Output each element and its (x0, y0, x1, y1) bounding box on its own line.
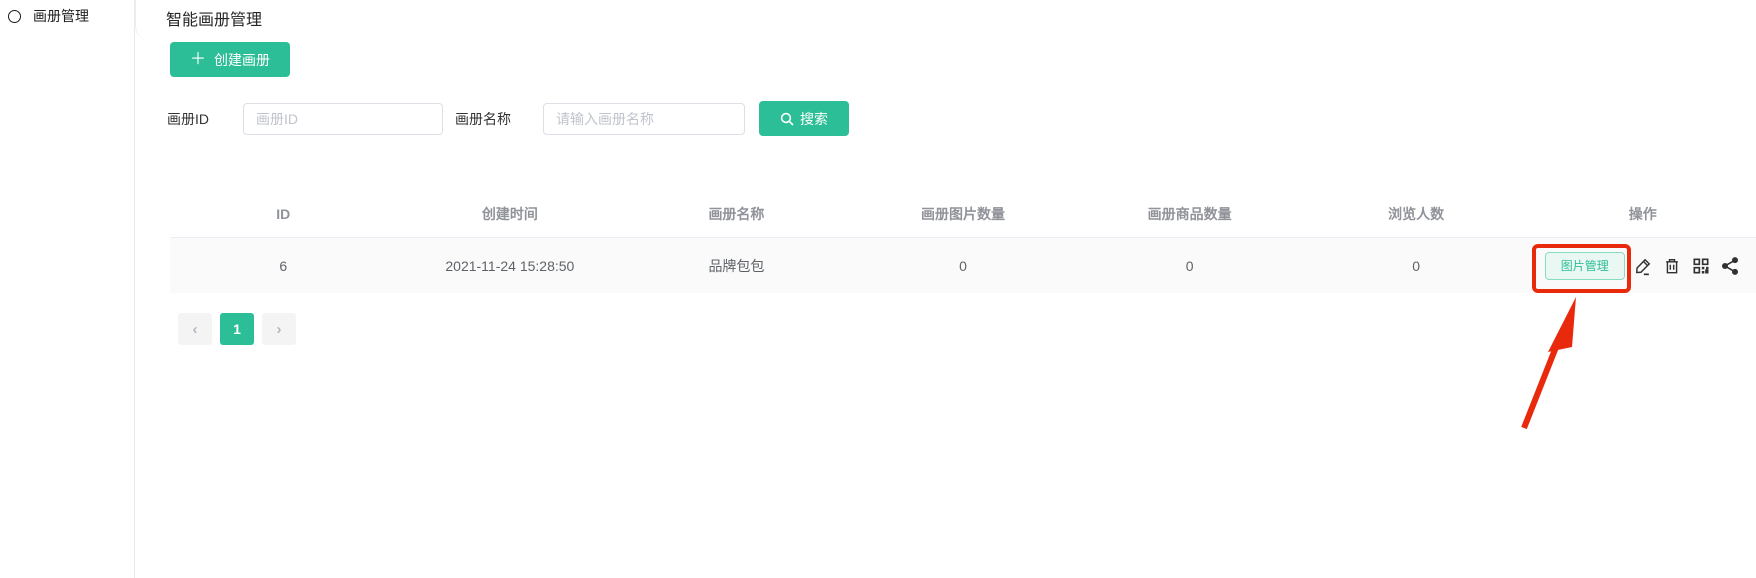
image-management-button[interactable]: 图片管理 (1545, 252, 1625, 280)
column-header-created-at: 创建时间 (397, 204, 624, 224)
album-id-input[interactable] (243, 103, 443, 135)
create-album-label: 创建画册 (214, 50, 270, 70)
search-button[interactable]: 搜索 (759, 101, 849, 136)
pagination-page-1-button[interactable]: 1 (220, 313, 254, 345)
circle-icon (8, 10, 21, 23)
albums-table: ID 创建时间 画册名称 画册图片数量 画册商品数量 浏览人数 操作 6 202… (170, 190, 1756, 293)
qrcode-icon[interactable] (1690, 255, 1712, 277)
table-header-row: ID 创建时间 画册名称 画册图片数量 画册商品数量 浏览人数 操作 (170, 190, 1756, 238)
sidebar-item-album-management[interactable]: 画册管理 (8, 6, 89, 26)
column-header-view-count: 浏览人数 (1303, 204, 1530, 224)
album-name-label: 画册名称 (455, 103, 511, 135)
delete-icon[interactable] (1661, 255, 1683, 277)
cell-view-count: 0 (1303, 258, 1530, 274)
pagination-prev-button[interactable]: ‹ (178, 313, 212, 345)
column-header-product-count: 画册商品数量 (1076, 204, 1303, 224)
column-header-image-count: 画册图片数量 (850, 204, 1077, 224)
cell-actions: 图片管理 (1529, 252, 1756, 280)
sidebar: 画册管理 (0, 0, 135, 578)
search-icon (780, 112, 794, 126)
pagination: ‹ 1 › (178, 313, 296, 345)
share-icon[interactable] (1719, 255, 1741, 277)
cell-product-count: 0 (1076, 258, 1303, 274)
search-button-label: 搜索 (800, 109, 828, 129)
page-title: 智能画册管理 (166, 6, 262, 30)
cell-name: 品牌包包 (623, 256, 850, 276)
album-management-page: 画册管理 智能画册管理 ＋ 创建画册 画册ID 画册名称 搜索 ID 创建时间 … (0, 0, 1756, 578)
cell-id: 6 (170, 258, 397, 274)
cell-created-at: 2021-11-24 15:28:50 (397, 258, 624, 274)
create-album-button[interactable]: ＋ 创建画册 (170, 42, 290, 77)
sidebar-item-label: 画册管理 (33, 6, 89, 26)
panel-corner-divider (135, 0, 151, 40)
column-header-name: 画册名称 (623, 204, 850, 224)
table-row: 6 2021-11-24 15:28:50 品牌包包 0 0 0 图片管理 (170, 238, 1756, 293)
pagination-next-button[interactable]: › (262, 313, 296, 345)
column-header-actions: 操作 (1529, 204, 1756, 224)
album-name-input[interactable] (543, 103, 745, 135)
plus-icon: ＋ (190, 52, 206, 68)
cell-image-count: 0 (850, 258, 1077, 274)
edit-icon[interactable] (1632, 255, 1654, 277)
album-id-label: 画册ID (167, 103, 209, 135)
column-header-id: ID (170, 206, 397, 222)
